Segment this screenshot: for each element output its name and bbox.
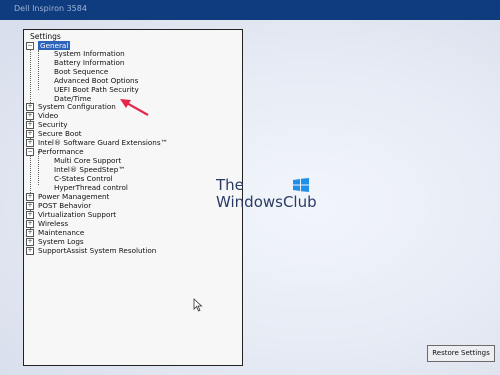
title-bar: Dell Inspiron 3584 xyxy=(0,0,500,20)
expand-icon[interactable]: + xyxy=(26,121,34,129)
tree-line xyxy=(38,151,39,185)
tree-node-supportassist[interactable]: + SupportAssist System Resolution xyxy=(26,246,156,255)
tree-node-secure-boot[interactable]: + Secure Boot xyxy=(26,129,82,138)
collapse-icon[interactable]: − xyxy=(26,42,34,50)
expand-icon[interactable]: + xyxy=(26,193,34,201)
expand-icon[interactable]: + xyxy=(26,103,34,111)
tree-item[interactable]: HyperThread control xyxy=(54,183,128,192)
tree-node-system-logs[interactable]: + System Logs xyxy=(26,237,84,246)
tree-node-maintenance[interactable]: + Maintenance xyxy=(26,228,84,237)
tree-item[interactable]: Battery Information xyxy=(54,58,125,67)
tree-node-post-behavior[interactable]: + POST Behavior xyxy=(26,201,91,210)
tree-line xyxy=(38,50,39,90)
watermark-line2: WindowsClub xyxy=(216,193,317,211)
tree-node-wireless[interactable]: + Wireless xyxy=(26,219,68,228)
panel-title: Settings xyxy=(30,32,61,41)
tree-item[interactable]: Advanced Boot Options xyxy=(54,76,138,85)
tree-node-virtualization[interactable]: + Virtualization Support xyxy=(26,210,116,219)
collapse-icon[interactable]: − xyxy=(26,148,34,156)
tree-item[interactable]: UEFI Boot Path Security xyxy=(54,85,139,94)
expand-icon[interactable]: + xyxy=(26,220,34,228)
tree-item[interactable]: Multi Core Support xyxy=(54,156,121,165)
window-title: Dell Inspiron 3584 xyxy=(14,4,87,13)
tree-item[interactable]: C-States Control xyxy=(54,174,113,183)
tree-node-power-management[interactable]: + Power Management xyxy=(26,192,109,201)
tree-node-system-configuration[interactable]: + System Configuration xyxy=(26,102,116,111)
expand-icon[interactable]: + xyxy=(26,130,34,138)
windows-flag-icon xyxy=(293,178,309,192)
expand-icon[interactable]: + xyxy=(26,229,34,237)
expand-icon[interactable]: + xyxy=(26,238,34,246)
watermark-line1: The xyxy=(216,176,244,194)
expand-icon[interactable]: + xyxy=(26,139,34,147)
tree-node-video[interactable]: + Video xyxy=(26,111,58,120)
annotation-arrow-icon xyxy=(120,99,149,116)
tree-item[interactable]: Intel® SpeedStep™ xyxy=(54,165,125,174)
mouse-cursor-icon xyxy=(193,298,203,312)
expand-icon[interactable]: + xyxy=(26,112,34,120)
tree-node-security[interactable]: + Security xyxy=(26,120,68,129)
expand-icon[interactable]: + xyxy=(26,202,34,210)
restore-settings-button[interactable]: Restore Settings xyxy=(427,345,495,362)
tree-item[interactable]: Boot Sequence xyxy=(54,67,108,76)
tree-node-performance[interactable]: − Performance xyxy=(26,147,84,156)
expand-icon[interactable]: + xyxy=(26,247,34,255)
expand-icon[interactable]: + xyxy=(26,211,34,219)
tree-item[interactable]: System Information xyxy=(54,49,125,58)
settings-tree-panel: Settings − General System Information Bat… xyxy=(23,29,243,366)
tree-node-sgx[interactable]: + Intel® Software Guard Extensions™ xyxy=(26,138,168,147)
